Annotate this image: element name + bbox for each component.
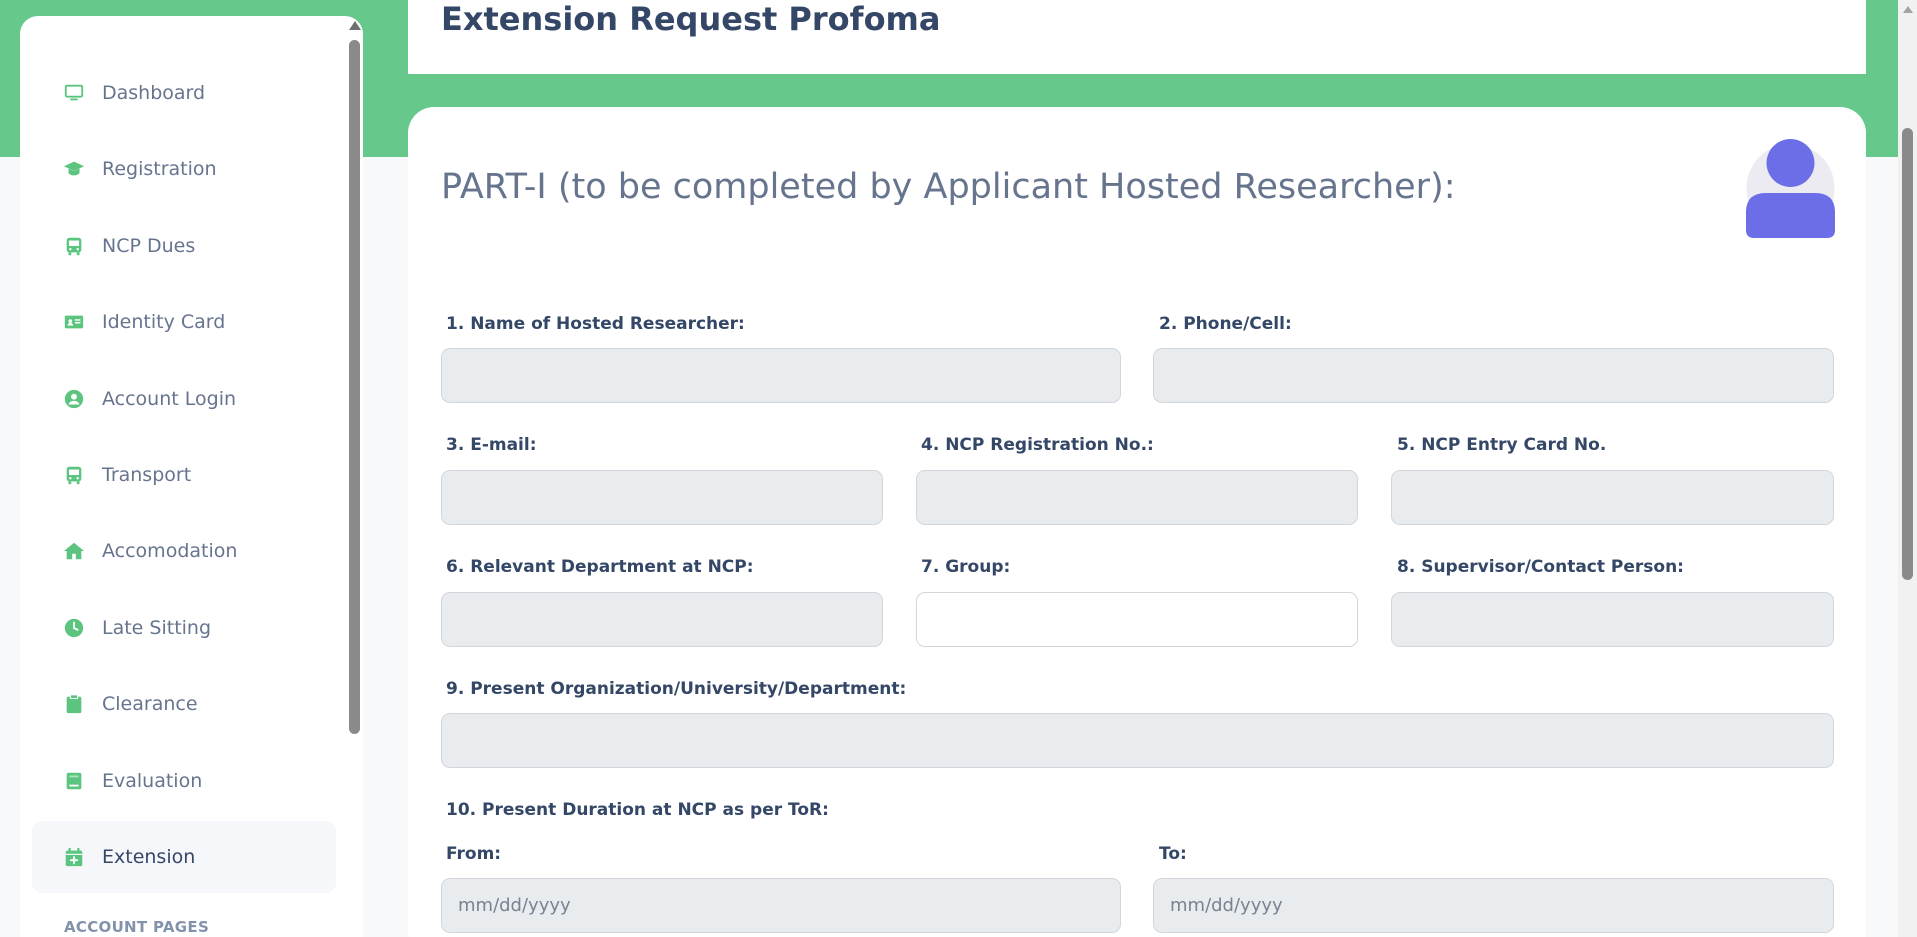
avatar — [1746, 138, 1835, 238]
scroll-up-arrow-icon[interactable] — [1903, 6, 1913, 13]
to-date-field[interactable] — [1153, 878, 1834, 933]
page-title: Extension Request Profoma — [441, 0, 941, 38]
email-label: 3. E-mail: — [446, 435, 537, 455]
page-scroll-thumb[interactable] — [1902, 128, 1913, 580]
bus-icon — [62, 463, 86, 487]
page-header-card: Extension Request Profoma — [408, 0, 1866, 74]
entry-card-number-field[interactable] — [1391, 470, 1834, 525]
sidebar-scrollbar[interactable] — [346, 16, 363, 936]
group-field[interactable] — [916, 592, 1358, 647]
sidebar-item-dashboard[interactable]: Dashboard — [32, 57, 336, 129]
home-icon — [62, 539, 86, 563]
sidebar-scroll-thumb[interactable] — [349, 40, 360, 734]
sidebar-item-label: Extension — [102, 845, 196, 868]
supervisor-label: 8. Supervisor/Contact Person: — [1397, 557, 1684, 577]
sidebar-item-registration[interactable]: Registration — [32, 133, 336, 205]
organization-label: 9. Present Organization/University/Depar… — [446, 679, 907, 699]
page-scrollbar[interactable] — [1898, 0, 1917, 937]
extension-form-card: PART-I (to be completed by Applicant Hos… — [408, 107, 1866, 937]
sidebar-item-label: Accomodation — [102, 540, 238, 563]
user-avatar-icon — [1746, 139, 1835, 238]
entry-card-number-label: 5. NCP Entry Card No. — [1397, 435, 1607, 455]
group-label: 7. Group: — [921, 557, 1011, 577]
id-card-icon — [62, 310, 86, 334]
sidebar-item-label: Dashboard — [102, 82, 206, 104]
part-title: PART-I (to be completed by Applicant Hos… — [441, 167, 1456, 207]
sidebar-item-identity-card[interactable]: Identity Card — [32, 286, 336, 358]
sidebar-item-label: Identity Card — [102, 311, 226, 334]
sidebar-item-label: Account Login — [102, 387, 237, 410]
email-field[interactable] — [441, 470, 883, 525]
calendar-plus-icon — [62, 845, 86, 869]
name-field[interactable] — [441, 348, 1121, 403]
clipboard-icon — [62, 692, 86, 716]
sidebar-nav: Dashboard Registration NCP Dues Identity… — [32, 57, 336, 897]
monitor-icon — [62, 81, 86, 105]
sidebar-item-label: Transport — [102, 463, 192, 486]
sidebar-item-evaluation[interactable]: Evaluation — [32, 745, 336, 817]
user-circle-icon — [62, 387, 86, 411]
sidebar: Dashboard Registration NCP Dues Identity… — [20, 16, 363, 937]
organization-field[interactable] — [441, 713, 1834, 768]
name-label: 1. Name of Hosted Researcher: — [446, 314, 745, 334]
registration-number-field[interactable] — [916, 470, 1358, 525]
account-pages-heading: ACCOUNT PAGES — [64, 918, 210, 936]
department-label: 6. Relevant Department at NCP: — [446, 557, 754, 577]
phone-field[interactable] — [1153, 348, 1834, 403]
sidebar-item-clearance[interactable]: Clearance — [32, 668, 336, 740]
duration-label: 10. Present Duration at NCP as per ToR: — [446, 800, 829, 820]
sidebar-item-label: Evaluation — [102, 769, 203, 792]
sidebar-item-label: Registration — [102, 158, 217, 181]
clock-icon — [62, 616, 86, 640]
scroll-up-arrow-icon[interactable] — [349, 21, 361, 30]
phone-label: 2. Phone/Cell: — [1159, 314, 1292, 334]
sidebar-item-accomodation[interactable]: Accomodation — [32, 515, 336, 587]
sidebar-item-late-sitting[interactable]: Late Sitting — [32, 592, 336, 664]
sidebar-item-label: Late Sitting — [102, 616, 212, 639]
graduation-cap-icon — [62, 157, 86, 181]
to-label: To: — [1159, 844, 1187, 864]
sidebar-item-extension[interactable]: Extension — [32, 820, 336, 893]
sidebar-item-label: NCP Dues — [102, 234, 196, 257]
sidebar-item-ncp-dues[interactable]: NCP Dues — [32, 210, 336, 282]
from-label: From: — [446, 844, 502, 864]
supervisor-field[interactable] — [1391, 592, 1834, 647]
from-date-field[interactable] — [441, 878, 1121, 933]
department-field[interactable] — [441, 592, 883, 647]
sidebar-item-transport[interactable]: Transport — [32, 439, 336, 511]
bus-icon — [62, 234, 86, 258]
sidebar-item-label: Clearance — [102, 693, 198, 716]
registration-number-label: 4. NCP Registration No.: — [921, 435, 1154, 455]
sidebar-item-account-login[interactable]: Account Login — [32, 363, 336, 435]
book-icon — [62, 769, 86, 793]
